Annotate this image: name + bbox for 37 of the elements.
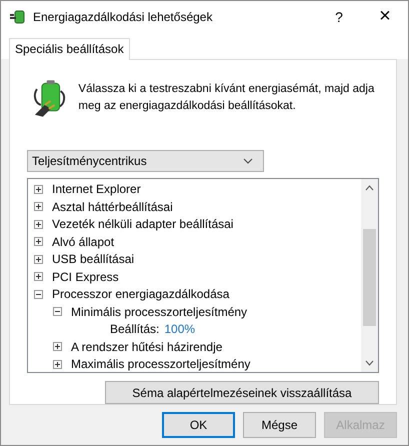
tree-item[interactable]: Asztal háttérbeállításai [52, 200, 173, 214]
instruction-text: Válassza ki a testreszabni kívánt energiasémát, majd adja meg az energiagazdálkodási beállításokat. [78, 82, 376, 114]
battery-plug-icon [9, 8, 27, 24]
expander-icon[interactable] [53, 342, 62, 352]
expander-icon[interactable] [34, 272, 43, 282]
scroll-up-icon[interactable] [365, 185, 374, 192]
tree-item[interactable]: Processzor energiagazdálkodása [52, 287, 230, 302]
tree-item[interactable]: Internet Explorer [52, 182, 141, 196]
setting-value-link[interactable]: 100% [164, 322, 196, 336]
setting-label: Beállítás: [110, 322, 160, 336]
close-button[interactable]: × [362, 1, 408, 32]
expander-icon[interactable] [34, 202, 43, 212]
help-button[interactable]: ? [316, 1, 362, 32]
tab[interactable]: Speciális beállítások [9, 38, 130, 60]
reset-defaults-button[interactable]: Séma alapértelmezéseinek visszaállítása [105, 381, 379, 404]
tree-item[interactable]: Vezeték nélküli adapter beállításai [52, 217, 234, 232]
tree-item[interactable]: PCI Express [52, 270, 119, 284]
scrollbar-thumb[interactable] [363, 229, 376, 326]
tree-item[interactable]: USB beállításai [52, 252, 134, 266]
scheme-dropdown[interactable]: Teljesítménycentrikus [27, 150, 264, 172]
tree-item[interactable]: Alvó állapot [52, 234, 114, 249]
expander-icon[interactable] [53, 360, 62, 369]
tree-item[interactable]: A rendszer hűtési házirendje [71, 340, 222, 354]
scrollbar[interactable] [361, 179, 378, 372]
scroll-down-icon[interactable] [365, 360, 374, 366]
expander-icon[interactable] [34, 237, 43, 246]
window-title: Energiagazdálkodási lehetőségek [33, 10, 214, 24]
dialog-button[interactable]: Mégse [243, 412, 316, 438]
expander-icon[interactable] [34, 290, 43, 299]
expander-icon[interactable] [53, 307, 62, 316]
chevron-down-icon [243, 158, 253, 164]
expander-icon[interactable] [34, 254, 43, 264]
expander-icon[interactable] [34, 220, 43, 229]
tree-item[interactable]: Minimális processzorteljesítmény [71, 304, 248, 319]
expander-icon[interactable] [34, 184, 43, 194]
dialog-button[interactable]: OK [162, 412, 235, 438]
tree-item[interactable]: Maximális processzorteljesítmény [71, 357, 250, 372]
